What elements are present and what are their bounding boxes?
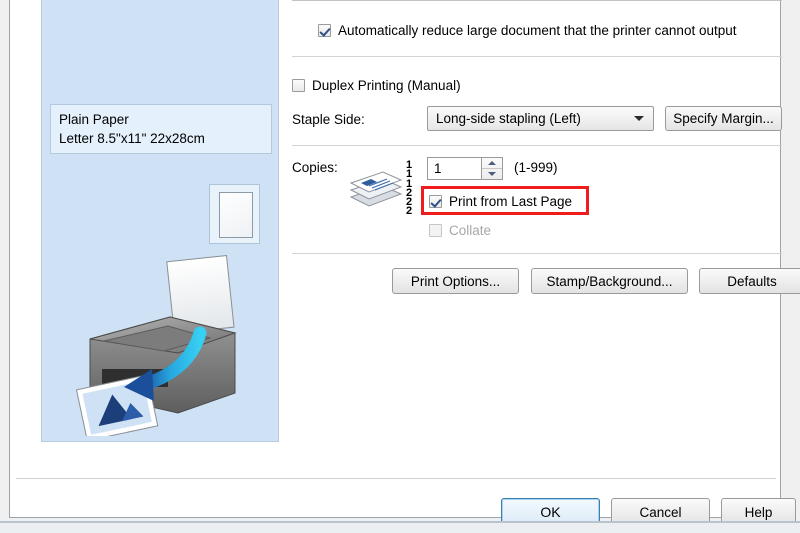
duplex-checkbox[interactable]	[292, 79, 305, 92]
page-layout-gallery: Normal-size Borderless	[292, 0, 782, 1]
print-options-button[interactable]: Print Options...	[392, 268, 519, 294]
chevron-down-icon	[634, 116, 644, 121]
copies-stepper[interactable]	[482, 157, 503, 180]
divider-2	[292, 145, 782, 146]
dialog-content: Plain Paper Letter 8.5"x11" 22x28cm Auto…	[16, 0, 800, 526]
printer-output-illustration	[60, 221, 260, 441]
auto-reduce-label: Automatically reduce large document that…	[338, 23, 737, 38]
collate-checkbox[interactable]	[429, 224, 442, 237]
copies-label: Copies:	[292, 160, 338, 175]
copies-stack-icon	[347, 165, 407, 210]
stepper-up-icon[interactable]	[482, 158, 502, 168]
specify-margin-button[interactable]: Specify Margin...	[665, 106, 782, 131]
paper-info-box: Plain Paper Letter 8.5"x11" 22x28cm	[50, 104, 272, 154]
settings-panel: Media Type: Auto (Printer Settings) Page…	[292, 0, 800, 461]
copies-order-digits: 111222	[405, 159, 413, 218]
divider-1	[292, 56, 782, 57]
divider-3	[292, 253, 782, 254]
collate-label: Collate	[449, 223, 492, 238]
duplex-checkbox-row[interactable]: Duplex Printing (Manual)	[292, 78, 461, 93]
copies-input[interactable]: 1	[427, 157, 482, 180]
collate-row[interactable]: Collate	[429, 223, 491, 238]
stamp-background-button[interactable]: Stamp/Background...	[531, 268, 688, 294]
copies-range-hint: (1-999)	[514, 160, 558, 175]
duplex-label: Duplex Printing (Manual)	[312, 78, 461, 93]
defaults-button[interactable]: Defaults	[699, 268, 800, 294]
staple-side-label: Staple Side:	[292, 112, 365, 127]
footer-divider	[16, 478, 776, 479]
print-preview-pane: Plain Paper Letter 8.5"x11" 22x28cm	[41, 0, 279, 442]
staple-side-combo[interactable]: Long-side stapling (Left)	[427, 106, 654, 131]
staple-side-value: Long-side stapling (Left)	[436, 111, 581, 126]
stepper-down-icon[interactable]	[482, 168, 502, 179]
auto-reduce-checkbox[interactable]	[318, 24, 331, 37]
desktop-background-strip	[0, 523, 800, 533]
paper-size-label: Letter 8.5"x11" 22x28cm	[59, 131, 205, 146]
copies-value: 1	[434, 161, 442, 176]
print-preferences-dialog: Plain Paper Letter 8.5"x11" 22x28cm Auto…	[9, 0, 800, 526]
paper-type-label: Plain Paper	[59, 112, 129, 127]
auto-reduce-checkbox-row[interactable]: Automatically reduce large document that…	[318, 23, 737, 38]
highlight-annotation	[421, 186, 589, 215]
